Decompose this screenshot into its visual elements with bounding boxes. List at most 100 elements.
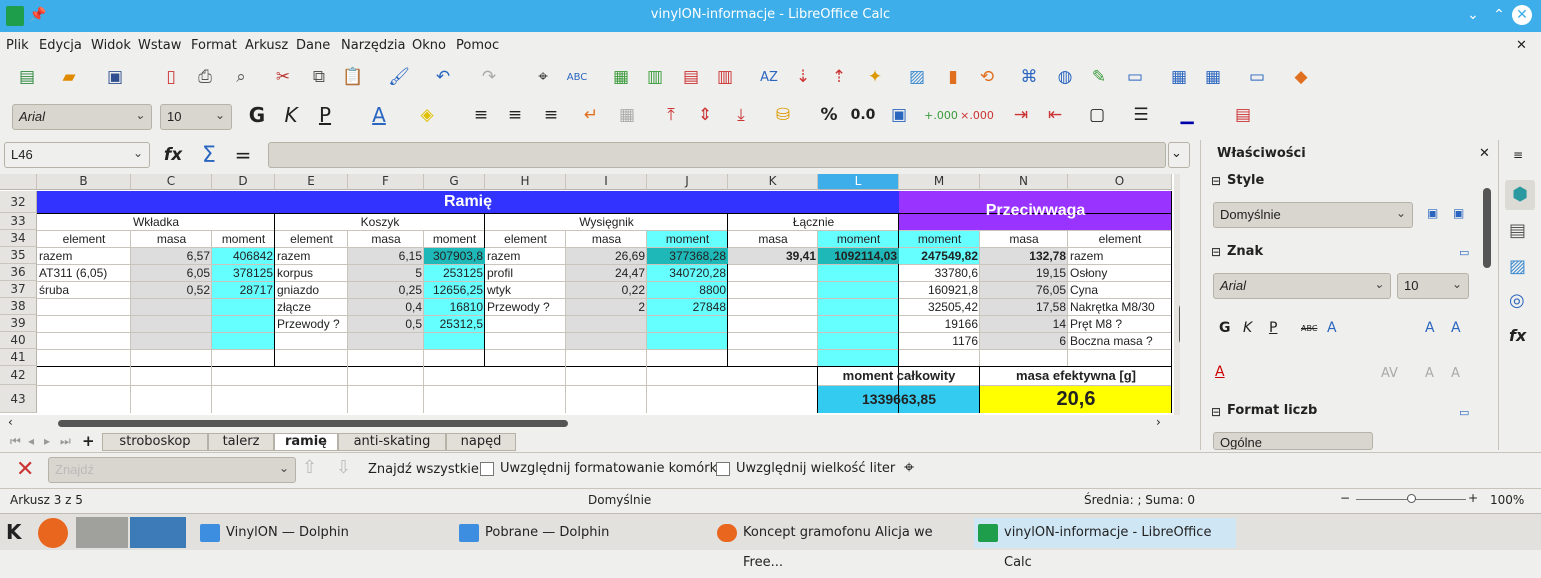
row-header-34[interactable]: 34 <box>0 230 37 247</box>
menu-plik[interactable]: Plik <box>6 38 29 53</box>
koszyk-masa[interactable]: 0,4 <box>348 299 424 315</box>
find-all-button[interactable]: Znajdź wszystkie <box>368 462 479 477</box>
find-previous-icon[interactable]: ⇧ <box>302 457 317 478</box>
wkladka-masa[interactable]: 0,52 <box>131 282 212 298</box>
column-header-o[interactable]: O <box>1068 174 1172 190</box>
image-icon[interactable]: ▨ <box>902 62 932 92</box>
menu-edycja[interactable]: Edycja <box>39 38 82 53</box>
row-icon[interactable]: ▦ <box>606 62 636 92</box>
wkladka-element[interactable]: AT311 (6,05) <box>37 265 131 281</box>
collapse-icon[interactable]: ⊟ <box>1211 405 1221 419</box>
przeciw-moment[interactable]: 33780,6 <box>899 265 980 281</box>
przeciw-masa[interactable]: 76,05 <box>980 282 1068 298</box>
close-button[interactable]: ✕ <box>1512 5 1532 25</box>
wysiegnik-element[interactable]: razem <box>485 248 566 264</box>
zoom-slider-handle[interactable] <box>1407 494 1416 503</box>
column-header-b[interactable]: B <box>37 174 131 190</box>
vertical-scrollbar[interactable] <box>1174 174 1180 415</box>
last-sheet-icon[interactable]: ⏭ <box>60 434 71 449</box>
spreadsheet-grid[interactable]: B C D E F G H I J K L M N O 32 33 34 35 … <box>0 174 1180 415</box>
format-section[interactable]: Format liczb <box>1227 403 1317 418</box>
font-name-box[interactable]: Arial ⌄ <box>12 104 152 130</box>
find-replace-dialog-icon[interactable]: ⌖ <box>904 457 914 478</box>
add-decimal-icon[interactable]: +.000 <box>924 100 958 130</box>
tab-anti-skating[interactable]: anti-skating <box>338 433 446 451</box>
border-color-icon[interactable]: ▁ <box>1172 100 1202 130</box>
find-input[interactable]: Znajdź ⌄ <box>48 457 296 483</box>
wysiegnik-masa[interactable]: 24,47 <box>566 265 647 281</box>
menu-wstaw[interactable]: Wstaw <box>138 38 181 53</box>
function-wizard-icon[interactable]: fx <box>158 140 188 170</box>
paste-icon[interactable]: 📋 <box>338 62 368 92</box>
wkladka-moment[interactable]: 378125 <box>212 265 275 281</box>
align-left-icon[interactable]: ≡ <box>466 100 496 130</box>
row-header-36[interactable]: 36 <box>0 264 37 281</box>
wkladka-element[interactable]: śruba <box>37 282 131 298</box>
autofilter-icon[interactable]: ✦ <box>860 62 890 92</box>
column-header-m[interactable]: M <box>899 174 980 190</box>
shapes-icon[interactable]: ◆ <box>1286 62 1316 92</box>
date-icon[interactable]: ▣ <box>884 100 914 130</box>
strikethrough-icon[interactable]: ABC <box>1301 324 1317 333</box>
column-header-k[interactable]: K <box>728 174 818 190</box>
decrease-indent-icon[interactable]: ⇤ <box>1040 100 1070 130</box>
sidebar-menu-icon[interactable]: ≡ <box>1513 148 1523 162</box>
align-top-icon[interactable]: ⤒ <box>656 100 686 130</box>
koszyk-moment[interactable]: 12656,25 <box>424 282 485 298</box>
row-header-38[interactable]: 38 <box>0 298 37 315</box>
delete-decimal-icon[interactable]: ×.000 <box>960 100 994 130</box>
match-case-checkbox[interactable]: Uwzględnij wielkość liter <box>716 461 895 476</box>
przeciw-element[interactable]: Osłony <box>1068 265 1172 281</box>
koszyk-element[interactable]: Przewody ? <box>275 316 348 332</box>
sum-icon[interactable]: Σ <box>194 140 224 170</box>
chart-icon[interactable]: ▮ <box>938 62 968 92</box>
border-style-icon[interactable]: ☰ <box>1126 100 1156 130</box>
hdr-masa[interactable]: masa <box>728 231 818 247</box>
cut-icon[interactable]: ✂ <box>268 62 298 92</box>
conditional-format-icon[interactable]: ▤ <box>1228 100 1258 130</box>
styles-deck-icon[interactable]: ▤ <box>1509 220 1526 241</box>
export-pdf-icon[interactable]: ▯ <box>156 62 186 92</box>
koszyk-masa[interactable]: 0,5 <box>348 316 424 332</box>
koszyk-element[interactable]: złącze <box>275 299 348 315</box>
wkladka-element[interactable]: razem <box>37 248 131 264</box>
przeciwwaga-title[interactable]: Przeciwwaga <box>899 201 1172 221</box>
more-options-icon[interactable]: ▭ <box>1459 406 1469 419</box>
przeciw-masa[interactable]: 19,15 <box>980 265 1068 281</box>
print-preview-icon[interactable]: ⌕ <box>226 62 256 92</box>
undo-icon[interactable]: ↶ <box>428 62 458 92</box>
row-header-37[interactable]: 37 <box>0 281 37 298</box>
tab-ramie[interactable]: ramię <box>274 433 338 451</box>
more-options-icon[interactable]: ▭ <box>1459 246 1469 259</box>
lacznie-moment[interactable]: 1092114,03 <box>818 248 899 264</box>
merge-cells-icon[interactable]: ▦ <box>612 100 642 130</box>
hdr-moment[interactable]: moment <box>424 231 485 247</box>
wysiegnik-element[interactable]: wtyk <box>485 282 566 298</box>
menu-dane[interactable]: Dane <box>296 38 330 53</box>
save-icon[interactable]: ▣ <box>100 62 130 92</box>
navigator-deck-icon[interactable]: ◎ <box>1509 290 1525 311</box>
koszyk-moment[interactable]: 16810 <box>424 299 485 315</box>
wysiegnik-group[interactable]: Wysięgnik <box>485 214 728 230</box>
masa-eff-label[interactable]: masa efektywna [g] <box>980 367 1172 385</box>
pager-desktop-2[interactable] <box>130 517 186 548</box>
align-bottom-icon[interactable]: ⤓ <box>726 100 756 130</box>
moment-total-label[interactable]: moment całkowity <box>818 367 980 385</box>
przeciw-element[interactable]: Pręt M8 ? <box>1068 316 1172 332</box>
lacznie-masa[interactable]: 39,41 <box>728 248 818 264</box>
row-header-32[interactable]: 32 <box>0 191 37 213</box>
przeciw-element[interactable]: razem <box>1068 248 1172 264</box>
menu-narzedzia[interactable]: Narzędzia <box>341 38 406 53</box>
koszyk-masa[interactable]: 0,25 <box>348 282 424 298</box>
przeciw-masa[interactable]: 132,78 <box>980 248 1068 264</box>
wysiegnik-element[interactable]: profil <box>485 265 566 281</box>
collapse-icon[interactable]: ⊟ <box>1211 174 1221 188</box>
wysiegnik-masa[interactable]: 26,69 <box>566 248 647 264</box>
add-sheet-icon[interactable]: + <box>82 432 95 450</box>
column-icon[interactable]: ▥ <box>640 62 670 92</box>
hdr-element[interactable]: element <box>1068 231 1172 247</box>
lacznie-group[interactable]: Łącznie <box>728 214 899 230</box>
collapse-icon[interactable]: ⊟ <box>1211 245 1221 259</box>
hdr-masa[interactable]: masa <box>348 231 424 247</box>
koszyk-moment[interactable]: 25312,5 <box>424 316 485 332</box>
